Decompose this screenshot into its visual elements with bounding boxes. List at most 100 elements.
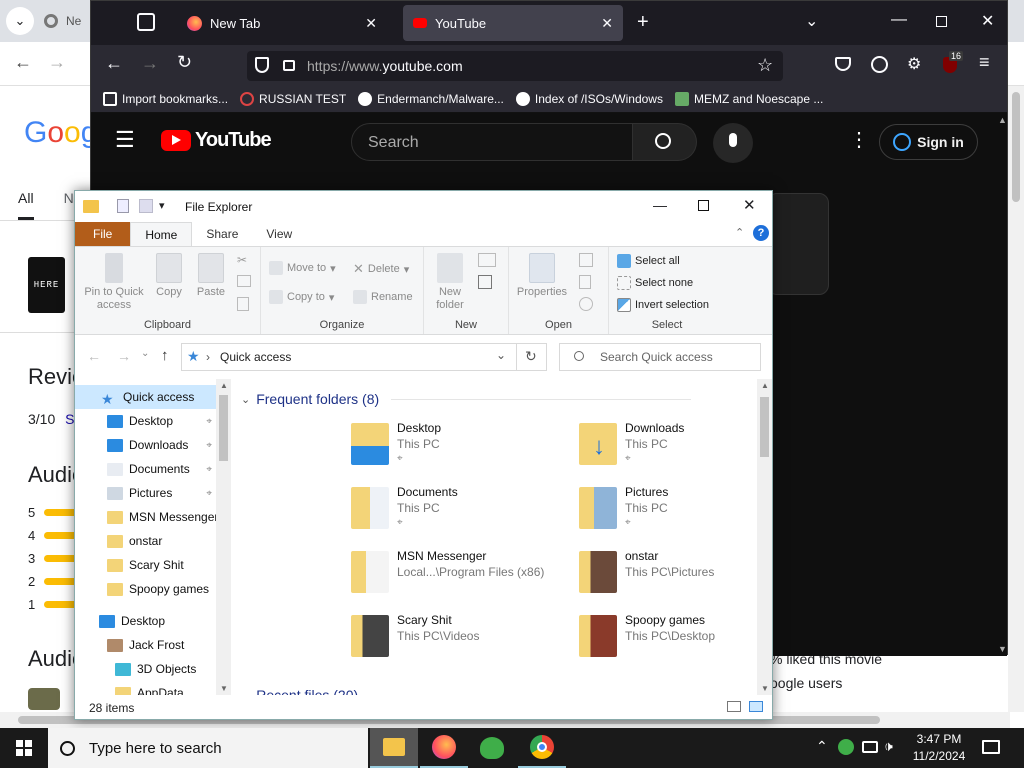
details-view-icon[interactable] bbox=[727, 701, 741, 712]
start-button[interactable] bbox=[0, 728, 48, 768]
nav-item[interactable]: 3D Objects bbox=[75, 657, 216, 681]
up-icon[interactable]: ↑ bbox=[161, 347, 169, 364]
youtube-search-button[interactable] bbox=[633, 123, 697, 161]
close-icon[interactable]: ✕ bbox=[743, 196, 756, 214]
tab-new-tab[interactable]: New Tab ✕ bbox=[177, 5, 387, 41]
messenger-tray-icon[interactable] bbox=[838, 739, 854, 755]
folder-tile[interactable]: Scary Shit This PC\Videos bbox=[351, 613, 561, 671]
new-tab-icon[interactable]: + bbox=[637, 11, 649, 34]
new-item-icon[interactable] bbox=[478, 253, 496, 267]
forward-icon[interactable]: → bbox=[117, 348, 131, 364]
chrome-taskbar-button[interactable] bbox=[518, 728, 566, 768]
address-dropdown-icon[interactable]: ⌄ bbox=[496, 348, 506, 362]
pin-quick-access-button[interactable]: Pin to Quick access bbox=[81, 253, 147, 312]
back-icon[interactable]: ← bbox=[14, 52, 32, 73]
menu-icon[interactable]: ≡ bbox=[979, 52, 990, 73]
extensions-icon[interactable]: ⚙ bbox=[907, 54, 921, 74]
cut-icon[interactable]: ✂ bbox=[237, 253, 247, 267]
nav-item[interactable]: Jack Frost bbox=[75, 633, 216, 657]
network-icon[interactable] bbox=[862, 741, 878, 753]
url-bar[interactable]: https://www.youtube.com ☆ bbox=[247, 51, 783, 81]
folder-tile[interactable]: ↓ Downloads This PC ⌖ bbox=[579, 421, 772, 479]
select-none-button[interactable]: Select none bbox=[617, 276, 693, 290]
nav-item[interactable]: AppData bbox=[75, 681, 216, 695]
reload-icon[interactable]: ↻ bbox=[177, 52, 192, 73]
chrome-tab[interactable]: Ne bbox=[44, 6, 81, 36]
copy-to-button[interactable]: Copy to ▾ bbox=[269, 290, 334, 304]
back-icon[interactable]: ← bbox=[105, 53, 123, 74]
tab-share[interactable]: Share bbox=[192, 222, 252, 246]
nav-item[interactable]: Documents ⌖ bbox=[75, 457, 216, 481]
nav-item[interactable]: ★ Quick access bbox=[75, 385, 216, 409]
paste-button[interactable]: Paste bbox=[193, 253, 229, 299]
bookmark-item[interactable]: RUSSIAN TEST bbox=[240, 91, 346, 106]
lock-icon[interactable] bbox=[283, 60, 295, 71]
search-box[interactable]: Search Quick access bbox=[559, 343, 761, 371]
sign-in-button[interactable]: Sign in bbox=[879, 124, 978, 160]
new-folder-button[interactable]: New folder bbox=[430, 253, 470, 312]
nav-item[interactable]: MSN Messenger bbox=[75, 505, 218, 529]
shield-icon[interactable] bbox=[255, 57, 269, 73]
address-bar[interactable]: ★ › Quick access ⌄ bbox=[181, 343, 517, 371]
breadcrumb[interactable]: Quick access bbox=[220, 350, 291, 364]
copy-button[interactable]: Copy bbox=[151, 253, 187, 299]
invert-selection-button[interactable]: Invert selection bbox=[617, 298, 709, 312]
folder-tile[interactable]: MSN Messenger Local...\Program Files (x86… bbox=[351, 549, 561, 607]
google-logo[interactable]: Goog bbox=[24, 116, 97, 150]
forward-icon[interactable]: → bbox=[48, 52, 66, 73]
youtube-logo[interactable]: YouTube bbox=[161, 129, 272, 152]
tab-home[interactable]: Home bbox=[130, 222, 193, 246]
folder-tile[interactable]: Pictures This PC ⌖ bbox=[579, 485, 772, 543]
rename-button[interactable]: Rename bbox=[353, 290, 413, 304]
open-icon[interactable] bbox=[579, 253, 593, 267]
maximize-icon[interactable] bbox=[936, 16, 947, 27]
select-all-button[interactable]: Select all bbox=[617, 254, 680, 268]
edit-icon[interactable] bbox=[579, 275, 591, 289]
volume-icon[interactable]: 🕩 bbox=[884, 738, 893, 755]
folder-tile[interactable]: onstar This PC\Pictures bbox=[579, 549, 772, 607]
hidden-icons-chevron-icon[interactable]: ⌃ bbox=[816, 738, 828, 755]
star-icon[interactable]: ☆ bbox=[757, 55, 773, 76]
taskbar-search[interactable]: Type here to search bbox=[48, 728, 368, 768]
nav-item[interactable]: Downloads ⌖ bbox=[75, 433, 216, 457]
nav-item[interactable]: Desktop bbox=[75, 609, 216, 633]
nav-item[interactable]: onstar bbox=[75, 529, 216, 553]
minimize-icon[interactable]: — bbox=[653, 197, 667, 213]
navigation-scrollbar[interactable]: ▲ ▼ bbox=[216, 379, 231, 695]
chevron-down-icon[interactable]: ⌄ bbox=[805, 11, 818, 31]
more-options-icon[interactable]: ⋮ bbox=[849, 127, 869, 152]
account-icon[interactable] bbox=[871, 56, 888, 73]
new-folder-qat-icon[interactable] bbox=[139, 199, 153, 213]
maximize-icon[interactable] bbox=[698, 200, 709, 211]
frequent-folders-header[interactable]: ⌄ Frequent folders (8) bbox=[241, 391, 692, 407]
nav-item[interactable]: Pictures ⌖ bbox=[75, 481, 216, 505]
properties-qat-icon[interactable] bbox=[117, 199, 129, 213]
notifications-icon[interactable] bbox=[982, 740, 1000, 754]
close-window-icon[interactable]: ✕ bbox=[981, 11, 994, 31]
recent-files-header[interactable]: ⌄ Recent files (20) bbox=[241, 687, 358, 695]
vertical-scrollbar[interactable] bbox=[1008, 86, 1024, 712]
voice-search-button[interactable] bbox=[713, 123, 753, 163]
here-logo[interactable]: HERE bbox=[28, 257, 65, 313]
tab-search-button[interactable]: ⌄ bbox=[6, 7, 34, 35]
minimize-icon[interactable]: — bbox=[891, 11, 907, 29]
qat-dropdown-icon[interactable]: ▾ bbox=[159, 199, 165, 212]
collapse-ribbon-icon[interactable]: ⌃ bbox=[735, 226, 744, 239]
bookmark-item[interactable]: Index of /ISOs/Windows bbox=[515, 91, 663, 106]
firefox-taskbar-button[interactable] bbox=[420, 728, 468, 768]
messenger-taskbar-button[interactable] bbox=[468, 728, 516, 768]
nav-item[interactable]: Spoopy games bbox=[75, 577, 216, 601]
search-input[interactable]: Search Quick access bbox=[600, 350, 713, 364]
move-to-button[interactable]: Move to ▾ bbox=[269, 261, 336, 275]
refresh-button[interactable]: ↻ bbox=[517, 343, 547, 371]
content-scrollbar[interactable]: ▲ ▼ bbox=[757, 379, 772, 695]
properties-button[interactable]: Properties bbox=[513, 253, 571, 299]
close-icon[interactable]: ✕ bbox=[365, 15, 377, 32]
nav-item[interactable]: Scary Shit bbox=[75, 553, 216, 577]
tab-news[interactable]: N bbox=[64, 190, 74, 220]
close-icon[interactable]: ✕ bbox=[601, 15, 613, 32]
easy-access-icon[interactable] bbox=[478, 275, 492, 289]
tab-view[interactable]: View bbox=[252, 222, 306, 246]
youtube-search-input[interactable]: Search bbox=[351, 123, 633, 161]
paste-shortcut-icon[interactable] bbox=[237, 297, 249, 311]
